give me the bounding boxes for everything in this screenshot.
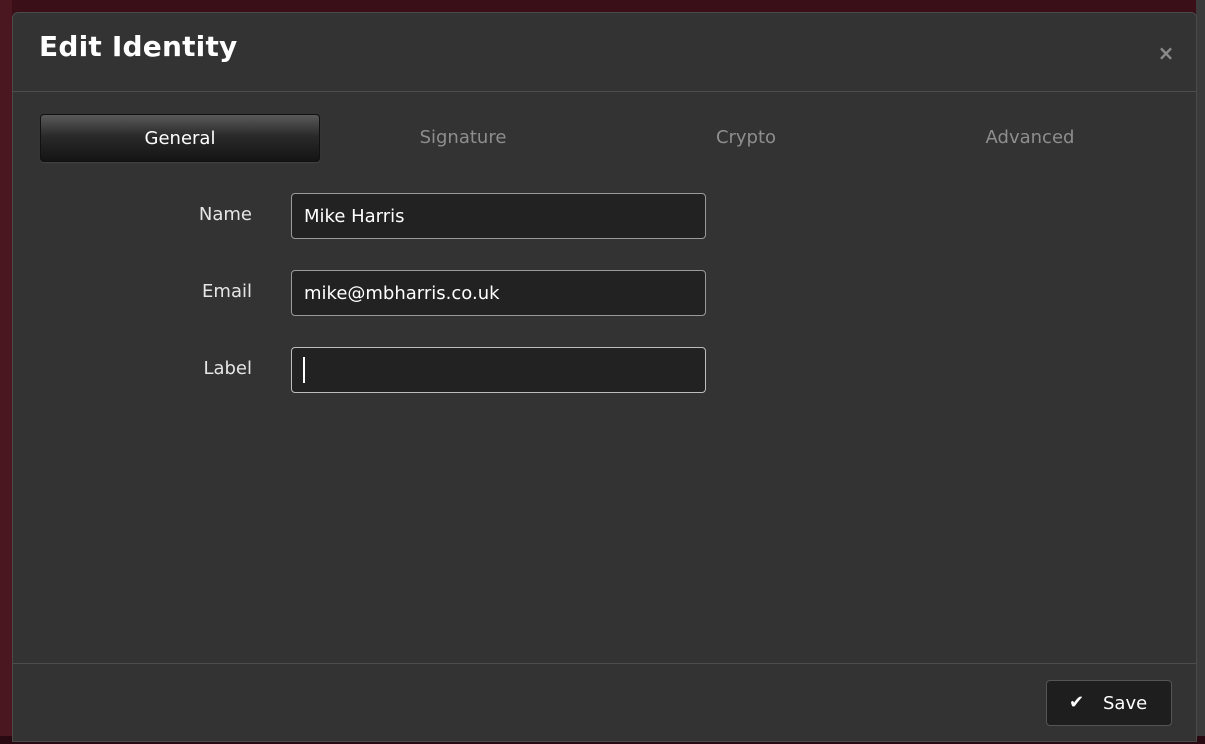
label-field[interactable] (291, 347, 706, 393)
tab-bar: General Signature Crypto Advanced (40, 114, 1170, 162)
label-row: Label (13, 347, 1196, 393)
tab-advanced[interactable]: Advanced (890, 114, 1170, 162)
email-field[interactable] (291, 270, 706, 316)
label-label: Label (203, 358, 252, 379)
email-row: Email (13, 270, 1196, 316)
name-label: Name (198, 204, 252, 225)
edit-identity-dialog: Edit Identity × General Signature Crypto… (12, 12, 1197, 742)
name-row: Name (13, 193, 1196, 239)
dialog-header: Edit Identity × (13, 13, 1196, 92)
close-icon[interactable]: × (1154, 41, 1178, 65)
backdrop-edge-left (0, 0, 12, 736)
checkmark-icon: ✔ (1069, 692, 1085, 713)
tab-signature[interactable]: Signature (323, 114, 603, 162)
tab-crypto[interactable]: Crypto (606, 114, 886, 162)
text-caret (303, 357, 305, 383)
dialog-title: Edit Identity (39, 30, 238, 63)
email-label: Email (202, 281, 252, 302)
dialog-footer: ✔ Save (13, 663, 1196, 744)
name-field[interactable] (291, 193, 706, 239)
backdrop-edge-right (1196, 0, 1205, 736)
tab-general[interactable]: General (40, 114, 320, 162)
save-button-label: Save (1103, 693, 1148, 714)
save-button[interactable]: ✔ Save (1046, 680, 1172, 726)
